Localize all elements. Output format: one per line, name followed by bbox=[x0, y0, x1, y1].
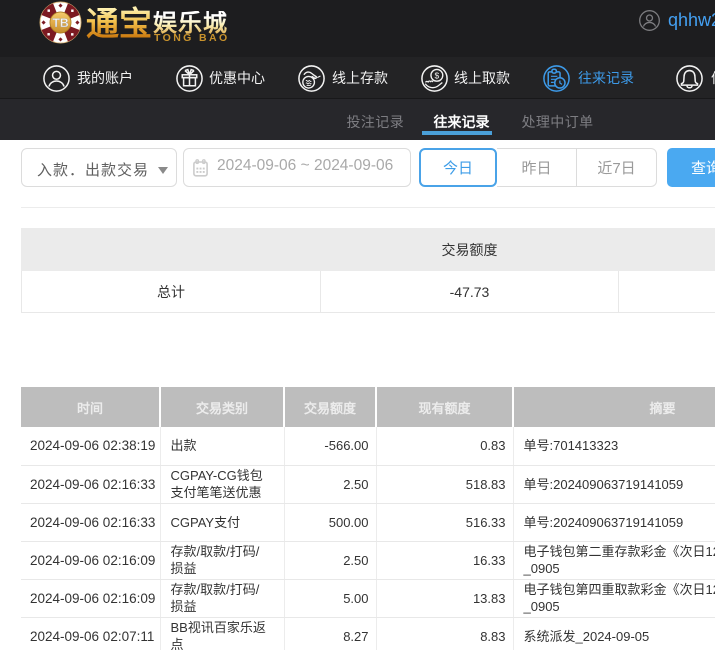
svg-text:TB: TB bbox=[52, 16, 68, 30]
svg-text:$: $ bbox=[435, 70, 440, 80]
